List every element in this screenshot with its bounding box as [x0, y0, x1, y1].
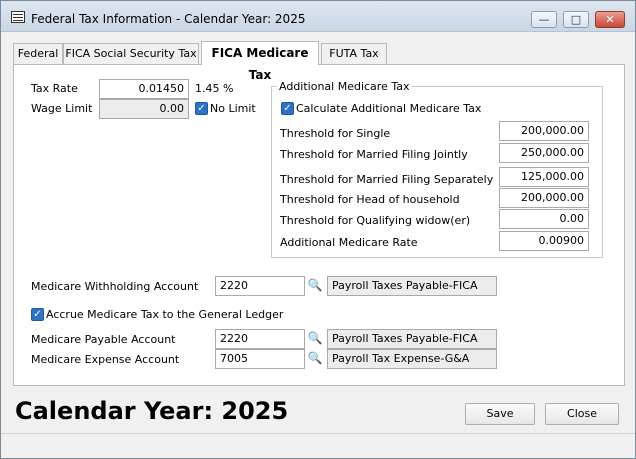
window-app-icon — [11, 11, 25, 23]
window-title: Federal Tax Information - Calendar Year:… — [31, 12, 306, 26]
accrue-medicare-checkbox[interactable]: ✓ — [31, 308, 44, 321]
withholding-account-label: Medicare Withholding Account — [31, 280, 199, 293]
threshold-single-label: Threshold for Single — [280, 127, 391, 140]
additional-medicare-legend: Additional Medicare Tax — [277, 80, 412, 93]
tax-rate-label: Tax Rate — [31, 82, 78, 95]
tab-fica-medicare[interactable]: FICA Medicare Tax — [201, 41, 319, 82]
calendar-year-heading: Calendar Year: 2025 — [15, 397, 289, 425]
payable-account-label: Medicare Payable Account — [31, 333, 176, 346]
threshold-mfs-label: Threshold for Married Filing Separately — [280, 173, 494, 186]
expense-account-description: Payroll Tax Expense-G&A — [327, 349, 497, 369]
threshold-mfj-label: Threshold for Married Filing Jointly — [280, 148, 468, 161]
close-window-button[interactable]: ✕ — [595, 11, 625, 28]
threshold-hoh-field[interactable]: 200,000.00 — [499, 188, 589, 208]
tab-futa[interactable]: FUTA Tax — [321, 43, 387, 64]
threshold-single-field[interactable]: 200,000.00 — [499, 121, 589, 141]
maximize-button[interactable]: □ — [563, 11, 589, 28]
tax-rate-field[interactable]: 0.01450 — [99, 79, 189, 99]
save-button[interactable]: Save — [465, 403, 535, 425]
payable-account-field[interactable]: 2220 — [215, 329, 305, 349]
payable-lookup-icon[interactable]: 🔍 — [306, 329, 324, 347]
expense-account-label: Medicare Expense Account — [31, 353, 180, 366]
withholding-account-description: Payroll Taxes Payable-FICA — [327, 276, 497, 296]
additional-rate-field[interactable]: 0.00900 — [499, 231, 589, 251]
threshold-mfs-field[interactable]: 125,000.00 — [499, 167, 589, 187]
federal-tax-window: Federal Tax Information - Calendar Year:… — [0, 0, 636, 459]
wage-limit-field[interactable]: 0.00 — [99, 99, 189, 119]
threshold-widow-field[interactable]: 0.00 — [499, 209, 589, 229]
calculate-additional-label: Calculate Additional Medicare Tax — [296, 102, 482, 115]
expense-account-field[interactable]: 7005 — [215, 349, 305, 369]
wage-limit-label: Wage Limit — [31, 102, 93, 115]
threshold-mfj-field[interactable]: 250,000.00 — [499, 143, 589, 163]
withholding-lookup-icon[interactable]: 🔍 — [306, 276, 324, 294]
calculate-additional-checkbox[interactable]: ✓ — [281, 102, 294, 115]
additional-rate-label: Additional Medicare Rate — [280, 236, 418, 249]
threshold-widow-label: Threshold for Qualifying widow(er) — [280, 214, 471, 227]
withholding-account-field[interactable]: 2220 — [215, 276, 305, 296]
no-limit-checkbox[interactable]: ✓ — [195, 102, 208, 115]
status-bar — [1, 433, 635, 458]
tax-rate-percent: 1.45 % — [195, 82, 234, 95]
expense-lookup-icon[interactable]: 🔍 — [306, 349, 324, 367]
accrue-medicare-label: Accrue Medicare Tax to the General Ledge… — [46, 308, 284, 321]
tab-fica-social-security[interactable]: FICA Social Security Tax — [63, 43, 199, 64]
payable-account-description: Payroll Taxes Payable-FICA — [327, 329, 497, 349]
threshold-hoh-label: Threshold for Head of household — [280, 193, 460, 206]
minimize-button[interactable]: — — [531, 11, 557, 28]
title-bar[interactable]: Federal Tax Information - Calendar Year:… — [1, 1, 635, 32]
no-limit-label: No Limit — [210, 102, 256, 115]
tab-federal[interactable]: Federal — [13, 43, 63, 64]
close-button[interactable]: Close — [545, 403, 619, 425]
